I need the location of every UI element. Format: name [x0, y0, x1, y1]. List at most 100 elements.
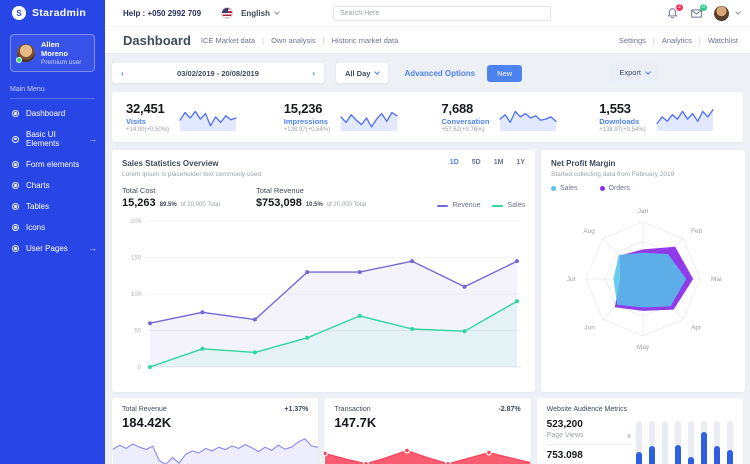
language-selector[interactable]: English — [241, 9, 279, 18]
stat-label: Conversation — [442, 117, 490, 126]
total-cost-block: Total Cost 15,263 89.5% of 20,000 Total — [122, 186, 220, 209]
link-analytics[interactable]: Analytics — [646, 36, 692, 45]
range-tab-1m[interactable]: 1M — [494, 159, 504, 178]
topbar-icons: 2 0 — [666, 6, 740, 21]
legend-orders: Orders — [600, 185, 630, 192]
stat-value: 7,688 — [442, 101, 490, 116]
user-avatar[interactable] — [714, 6, 729, 21]
bar-fill — [727, 450, 733, 464]
sidebar-item-icons[interactable]: Icons — [0, 217, 105, 238]
bar-track — [636, 421, 642, 464]
sidebar-item-tables[interactable]: Tables — [0, 196, 105, 217]
menu-bullet-icon — [12, 161, 19, 168]
content: ‹ 03/02/2019 - 20/08/2019 › All Day Adva… — [105, 54, 750, 464]
date-prev-button[interactable]: ‹ — [121, 69, 124, 78]
sidebar-item-dashboard[interactable]: Dashboard — [0, 103, 105, 124]
legend-revenue: Revenue — [437, 202, 480, 209]
sidebar: S Staradmin Allen Moreno Premium user Ma… — [0, 0, 105, 464]
chevron-down-icon[interactable] — [735, 9, 741, 15]
menu-item-label: User Pages — [26, 244, 82, 253]
range-tab-1y[interactable]: 1Y — [516, 159, 525, 178]
svg-text:Aug: Aug — [583, 228, 595, 235]
breadcrumb-historic-market-data[interactable]: Historic market data — [316, 36, 399, 45]
profile-text: Allen Moreno Premium user — [41, 40, 88, 66]
breadcrumb-own-analysis[interactable]: Own analysis — [255, 36, 316, 45]
orders-dot-swatch — [600, 186, 605, 191]
delta-badge: +1.37% — [284, 406, 308, 413]
export-label: Export — [619, 68, 641, 77]
svg-text:Jun: Jun — [584, 324, 595, 331]
menu-section-label: Main Menu — [10, 86, 95, 99]
delta-badge: -2.87% — [498, 406, 520, 413]
stat-visits: 32,451 Visits +14.00(+0.50%) — [112, 101, 270, 133]
date-next-button[interactable]: › — [312, 69, 315, 78]
range-tab-5d[interactable]: 5D — [472, 159, 481, 178]
card-title: Net Profit Margin — [551, 159, 735, 168]
search-input[interactable] — [333, 6, 551, 21]
chevron-down-icon — [645, 69, 651, 75]
total-cost-label: Total Cost — [122, 186, 220, 195]
sidebar-item-form-elements[interactable]: Form elements — [0, 154, 105, 175]
bar-fill — [688, 457, 694, 464]
menu-item-label: Dashboard — [26, 109, 97, 118]
svg-text:200: 200 — [131, 219, 142, 225]
chevron-down-icon — [274, 9, 280, 15]
topbar: Help : +050 2992 709 English 2 — [105, 0, 750, 26]
day-filter-dropdown[interactable]: All Day — [336, 63, 388, 83]
notifications-button[interactable]: 2 — [666, 7, 679, 20]
card-title: Sales Statistics Overview — [122, 159, 261, 168]
stats-band: 32,451 Visits +14.00(+0.50%) 15,236 Impr… — [112, 92, 743, 142]
sidebar-menu: Dashboard Basic UI Elements → Form eleme… — [0, 103, 105, 259]
stat-delta: +14.00(+0.50%) — [126, 127, 169, 133]
sidebar-item-basic-ui-elements[interactable]: Basic UI Elements → — [0, 124, 105, 154]
bar-track — [662, 421, 668, 464]
menu-item-label: Icons — [26, 223, 97, 232]
sales-statistics-card: Sales Statistics Overview Lorem ipsum is… — [112, 150, 535, 392]
sales-dot-swatch — [551, 186, 556, 191]
total-revenue-label: Total Revenue — [256, 186, 366, 195]
revenue-sparkline — [112, 431, 318, 464]
card-value: 147.7K — [334, 415, 520, 430]
language-label: English — [241, 9, 270, 18]
card-subtitle: Lorem ipsum is placeholder text commonly… — [122, 171, 261, 178]
card-title: Total Revenue — [122, 406, 167, 413]
help-phone: Help : +050 2992 709 — [123, 9, 201, 18]
menu-item-label: Tables — [26, 202, 97, 211]
online-status-dot — [16, 57, 22, 63]
svg-text:Jan: Jan — [638, 208, 649, 215]
link-watchlist[interactable]: Watchlist — [692, 36, 738, 45]
date-range-picker[interactable]: ‹ 03/02/2019 - 20/08/2019 › — [112, 63, 324, 83]
app-root: S Staradmin Allen Moreno Premium user Ma… — [0, 0, 750, 464]
svg-text:0: 0 — [138, 365, 142, 371]
total-revenue-card: Total Revenue +1.37% 184.42K — [112, 398, 318, 464]
bar-track — [675, 421, 681, 464]
total-cost-value: 15,263 — [122, 197, 156, 209]
brand[interactable]: S Staradmin — [0, 0, 105, 26]
bar-fill — [714, 446, 720, 464]
svg-text:Mar: Mar — [711, 276, 723, 283]
page-header: Dashboard ICE Market data Own analysis H… — [105, 26, 750, 54]
link-settings[interactable]: Settings — [619, 36, 646, 45]
total-revenue-note: of 20,000 Total — [327, 202, 366, 208]
export-button[interactable]: Export — [610, 63, 659, 82]
chevron-down-icon — [375, 69, 381, 75]
card-value: 184.42K — [122, 415, 308, 430]
total-revenue-percent: 10.5% — [306, 202, 323, 208]
advanced-options-link[interactable]: Advanced Options — [404, 69, 475, 78]
bar-fill — [701, 432, 707, 464]
radar-legend: Sales Orders — [551, 185, 735, 192]
radar-chart: JanFebMarAprMayJunJulAug — [551, 194, 735, 360]
profile-card[interactable]: Allen Moreno Premium user — [10, 34, 95, 72]
sidebar-item-user-pages[interactable]: User Pages → — [0, 238, 105, 259]
svg-text:Feb: Feb — [691, 228, 703, 235]
audience-bar-chart — [636, 419, 733, 464]
range-tab-1d[interactable]: 1D — [450, 159, 459, 178]
page-views-value: 523,200 — [547, 419, 631, 430]
metrics-list: 523,200 Page Views 753.098 — [547, 419, 631, 464]
stat-label: Downloads — [599, 117, 645, 126]
sidebar-item-charts[interactable]: Charts — [0, 175, 105, 196]
breadcrumb-ice-market-data[interactable]: ICE Market data — [201, 36, 255, 45]
total-cost-percent: 89.5% — [160, 202, 177, 208]
messages-button[interactable]: 0 — [690, 7, 703, 20]
new-button[interactable]: New — [487, 65, 522, 82]
